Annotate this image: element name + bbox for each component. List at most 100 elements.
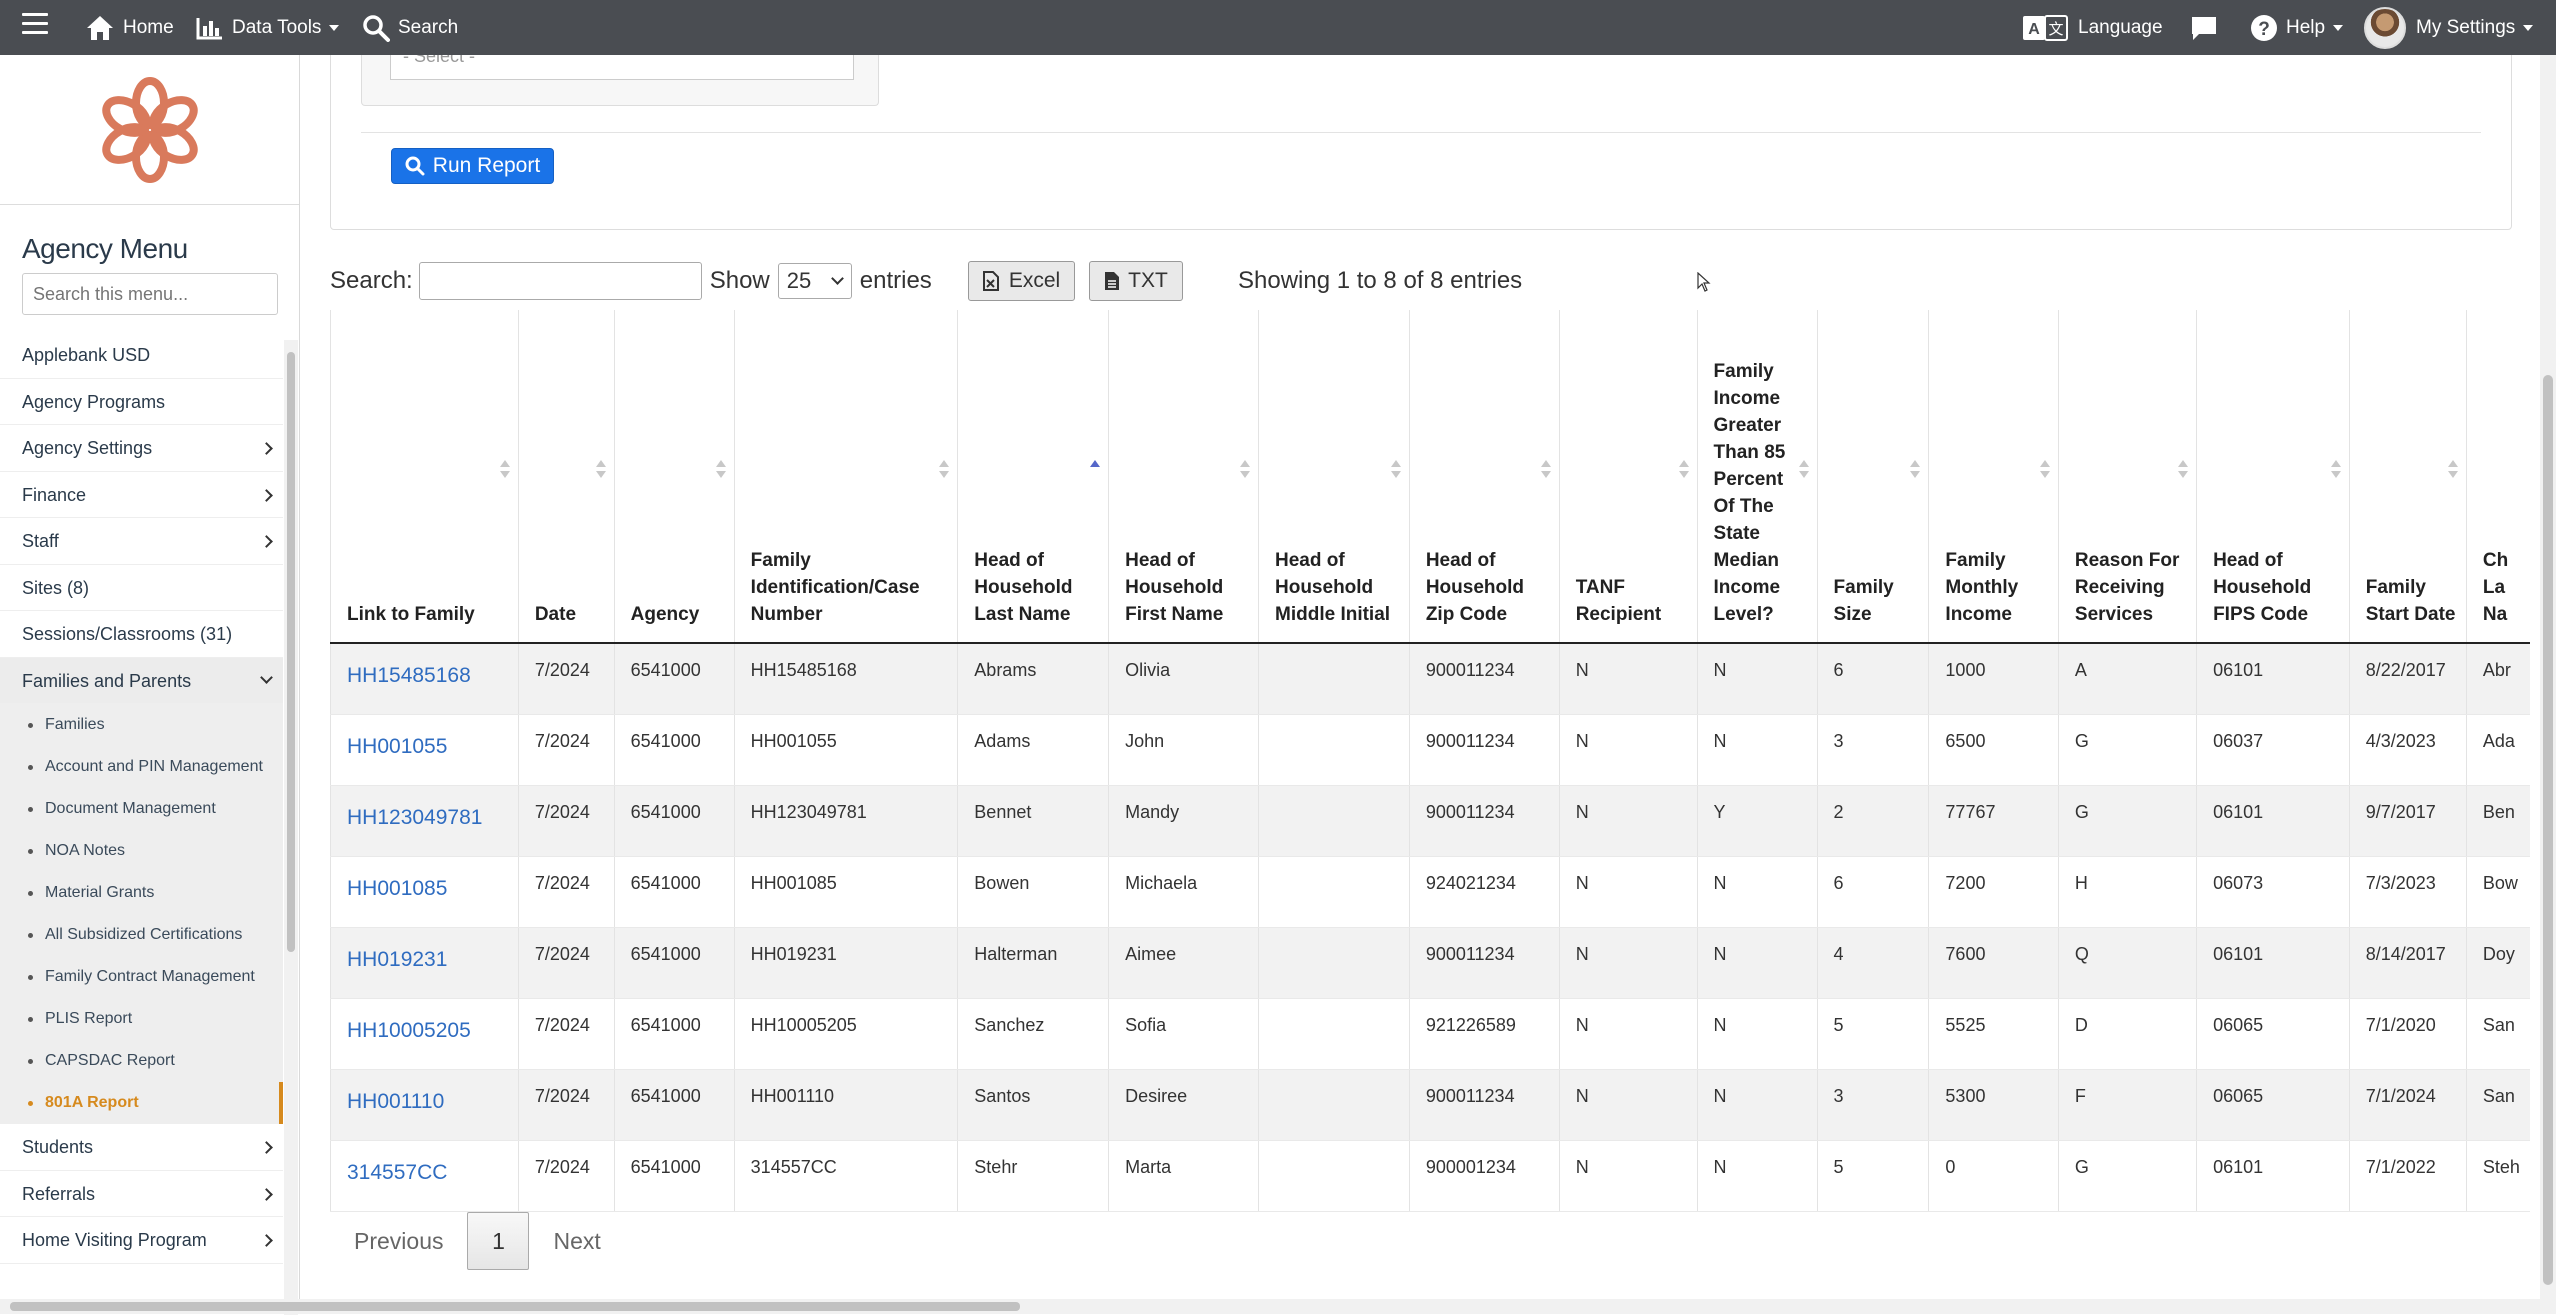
table-cell: A — [2057, 643, 2197, 715]
column-header[interactable]: Head of Household FIPS Code — [2196, 310, 2350, 644]
nav-data-tools[interactable]: Data Tools — [196, 0, 340, 55]
column-header[interactable]: Family Identification/Case Number — [733, 310, 958, 644]
table-cell: 7200 — [1928, 856, 2059, 928]
sidebar-item-staff[interactable]: Staff — [0, 518, 283, 565]
table-cell: H — [2057, 856, 2197, 928]
sidebar-item-referrals[interactable]: Referrals — [0, 1171, 283, 1217]
table-cell: 7/3/2023 — [2348, 856, 2467, 928]
nav-my-settings[interactable]: My Settings — [2364, 0, 2534, 55]
table-cell: 06065 — [2196, 998, 2350, 1070]
sort-icon — [595, 460, 606, 480]
sidebar-subitem-families[interactable]: Families — [0, 704, 283, 746]
table-cell: 900011234 — [1408, 714, 1560, 786]
nav-home[interactable]: Home — [85, 0, 174, 55]
sidebar-subitem-account-and-pin-management[interactable]: Account and PIN Management — [0, 746, 283, 788]
sort-icon — [499, 460, 510, 480]
chevron-right-icon — [260, 442, 273, 455]
column-header[interactable]: Ch La Na — [2465, 310, 2530, 644]
sidebar-subitem-noa-notes[interactable]: NOA Notes — [0, 830, 283, 872]
column-header[interactable]: TANF Recipient — [1558, 310, 1698, 644]
sidebar-item-students[interactable]: Students — [0, 1124, 283, 1171]
table-cell: HH123049781 — [733, 785, 958, 857]
run-report-button[interactable]: Run Report — [391, 148, 554, 184]
family-link[interactable]: HH123049781 — [330, 785, 519, 857]
column-header[interactable]: Family Monthly Income — [1928, 310, 2059, 644]
column-header[interactable]: Head of Household First Name — [1108, 310, 1259, 644]
table-cell: 900011234 — [1408, 785, 1560, 857]
column-header[interactable]: Family Start Date — [2348, 310, 2467, 644]
column-header[interactable]: Date — [517, 310, 615, 644]
sidebar-subitem-material-grants[interactable]: Material Grants — [0, 872, 283, 914]
column-header[interactable]: Agency — [613, 310, 735, 644]
sidebar-item-finance[interactable]: Finance — [0, 472, 283, 518]
nav-search[interactable]: Search — [362, 0, 458, 55]
sidebar-item-label: Families and Parents — [22, 670, 192, 691]
table-cell: Sanchez — [957, 998, 1109, 1070]
column-header[interactable]: Head of Household Zip Code — [1408, 310, 1560, 644]
family-link[interactable]: HH019231 — [330, 927, 519, 999]
txt-export-button[interactable]: TXT — [1089, 260, 1183, 301]
sidebar-scrollbar[interactable] — [284, 340, 298, 1315]
column-header[interactable]: Family Size — [1816, 310, 1929, 644]
family-link[interactable]: HH001110 — [330, 1069, 519, 1141]
sidebar-item-applebank-usd[interactable]: Applebank USD — [0, 332, 283, 379]
sort-icon — [1798, 460, 1809, 480]
table-cell: HH001085 — [733, 856, 958, 928]
family-link[interactable]: 314557CC — [330, 1140, 519, 1212]
table-search-input[interactable] — [418, 261, 702, 300]
filter-select-group: - Select - — [361, 55, 879, 106]
run-report-label: Run Report — [432, 154, 541, 177]
table-row: HH001110 7/2024 6541000 HH001110 Santos Desir… — [330, 1069, 2530, 1141]
sidebar-subitem-document-management[interactable]: Document Management — [0, 788, 283, 830]
svg-text:?: ? — [2258, 19, 2270, 40]
sidebar-subitem-all-subsidized-certifications[interactable]: All Subsidized Certifications — [0, 914, 283, 956]
sidebar-subitem-capsdac-report[interactable]: CAPSDAC Report — [0, 1040, 283, 1082]
sidebar-subitem-family-contract-management[interactable]: Family Contract Management — [0, 956, 283, 998]
sidebar-item-label: Agency Settings — [22, 438, 153, 458]
previous-page-button[interactable]: Previous — [330, 1228, 467, 1255]
column-header[interactable]: Head of Household Last Name — [957, 310, 1109, 644]
family-link[interactable]: HH15485168 — [330, 643, 519, 715]
nav-messages[interactable] — [2190, 0, 2218, 55]
filter-select[interactable]: - Select - — [390, 55, 854, 80]
column-header[interactable]: Link to Family — [330, 310, 519, 644]
family-link[interactable]: HH001055 — [330, 714, 519, 786]
column-header[interactable]: Head of Household Middle Initial — [1258, 310, 1410, 644]
page-1-button[interactable]: 1 — [467, 1212, 530, 1270]
entries-select[interactable]: 25 — [777, 262, 852, 299]
table-cell: Abr — [2465, 643, 2530, 715]
chevron-right-icon — [260, 1141, 273, 1154]
help-icon: ? — [2251, 14, 2277, 41]
table-cell: HH019231 — [733, 927, 958, 999]
sidebar-item-home-visiting-program[interactable]: Home Visiting Program — [0, 1217, 283, 1264]
sidebar-item-agency-settings[interactable]: Agency Settings — [0, 425, 283, 472]
nav-language[interactable]: A文 Language — [2022, 0, 2163, 55]
sidebar-item-label: Students — [22, 1137, 94, 1157]
column-header-label: Head of Household Last Name — [974, 550, 1073, 625]
excel-export-button[interactable]: Excel — [967, 260, 1076, 301]
table-cell: 7/2024 — [517, 856, 615, 928]
table-cell: F — [2057, 1069, 2197, 1141]
page-horizontal-scrollbar[interactable] — [0, 1299, 2556, 1314]
sidebar-item-agency-programs[interactable]: Agency Programs — [0, 379, 283, 425]
sidebar-item-label: Referrals — [22, 1183, 96, 1204]
column-header[interactable]: Reason For Receiving Services — [2057, 310, 2197, 644]
menu-search-input[interactable] — [22, 273, 278, 315]
hamburger-menu-icon[interactable] — [22, 13, 48, 35]
family-link[interactable]: HH001085 — [330, 856, 519, 928]
page-vertical-scrollbar[interactable] — [2540, 55, 2556, 1299]
family-link[interactable]: HH10005205 — [330, 998, 519, 1070]
nav-help[interactable]: ? Help — [2250, 0, 2344, 55]
table-cell: 900011234 — [1408, 643, 1560, 715]
table-cell: N — [1558, 714, 1698, 786]
top-navbar: Home Data Tools Search A文 Language ? Hel… — [0, 0, 2556, 55]
sidebar-subitem-plis-report[interactable]: PLIS Report — [0, 998, 283, 1040]
table-cell: 77767 — [1928, 785, 2059, 857]
column-header[interactable]: Family Income Greater Than 85 Percent Of… — [1696, 310, 1818, 644]
next-page-button[interactable]: Next — [529, 1228, 624, 1255]
table-cell: Adams — [957, 714, 1109, 786]
sidebar-item-families-and-parents[interactable]: Families and Parents — [0, 657, 283, 704]
sidebar-item-sessions-classrooms-31[interactable]: Sessions/Classrooms (31) — [0, 611, 283, 658]
sidebar-item-sites-8[interactable]: Sites (8) — [0, 565, 283, 611]
sidebar-subitem-801a-report[interactable]: 801A Report — [0, 1082, 283, 1124]
